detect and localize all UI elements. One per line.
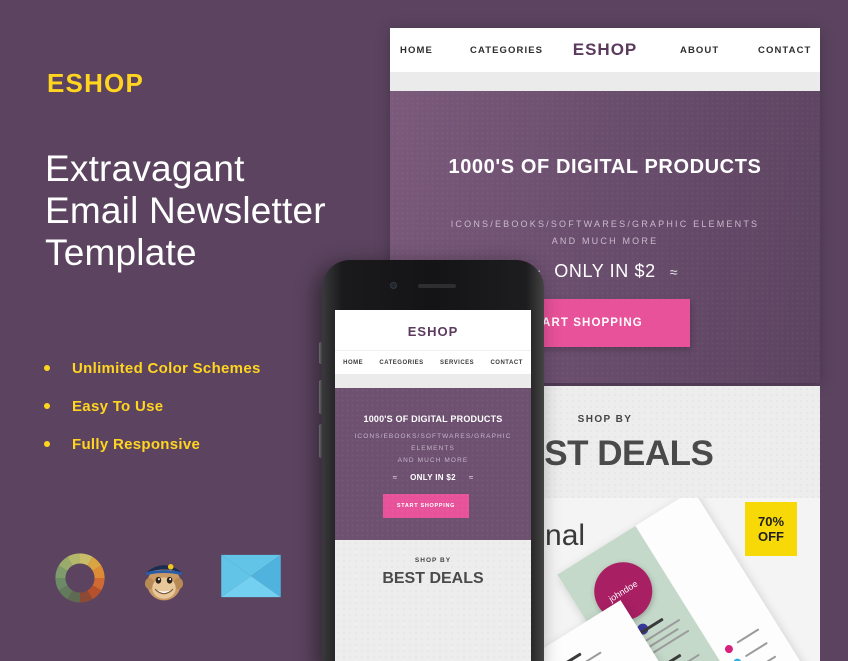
phone-hero-subtitle-line-2: ELEMENTS (411, 445, 455, 452)
phone-nav-link-home[interactable]: HOME (343, 360, 363, 366)
discount-percent: 70% (757, 514, 785, 529)
feature-label: Easy To Use (72, 398, 164, 415)
phone-nav-link-services[interactable]: SERVICES (440, 360, 474, 366)
headline-line-2: Email Newsletter (45, 190, 326, 231)
squiggle-right-icon: ≈ (669, 263, 678, 280)
phone-deals-eyebrow: SHOP BY (414, 557, 452, 564)
phone-navbar: HOME CATEGORIES SERVICES CONTACT (335, 350, 531, 374)
discount-off-label: OFF (758, 529, 784, 544)
phone-nav-link-categories[interactable]: CATEGORIES (379, 360, 423, 366)
phone-squiggle-left-icon: ≈ (392, 473, 398, 482)
feature-label: Unlimited Color Schemes (72, 360, 261, 377)
nav-link-about[interactable]: ABOUT (680, 45, 719, 56)
phone-start-shopping-button[interactable]: START SHOPPING (383, 494, 469, 518)
phone-deals-title: BEST DEALS (382, 570, 484, 587)
phone-mockup: ESHOP HOME CATEGORIES SERVICES CONTACT 1… (319, 260, 544, 661)
discount-badge: 70% OFF (745, 502, 797, 556)
brand-logo: ESHOP (47, 68, 145, 98)
bullet-icon (44, 403, 50, 409)
desktop-subbar (390, 72, 820, 91)
phone-hero-subtitle-line-1: ICONS/EBOOKS/SOFTWARES/GRAPHIC (354, 433, 512, 440)
hero-subtitle-line-2: AND MUCH MORE (551, 236, 659, 246)
phone-hero-title: 1000'S OF DIGITAL PRODUCTS (363, 414, 503, 424)
bullet-icon (44, 365, 50, 371)
mailchimp-icon (136, 550, 192, 606)
phone-best-deals-section: SHOP BY BEST DEALS (335, 540, 531, 661)
headline-line-1: Extravagant (45, 148, 245, 189)
phone-speaker-icon (418, 284, 456, 288)
phone-subbar (335, 374, 531, 388)
phone-hero-price: ONLY IN $2 (410, 473, 456, 482)
phone-volume-down-button[interactable] (319, 424, 323, 458)
mail-envelope-icon (220, 550, 281, 606)
hero-title: 1000'S OF DIGITAL PRODUCTS (448, 156, 762, 178)
bullet-icon (44, 441, 50, 447)
desktop-logo[interactable]: ESHOP (390, 40, 820, 60)
phone-price-row: ≈ ONLY IN $2 ≈ (335, 473, 531, 482)
phone-screen: ESHOP HOME CATEGORIES SERVICES CONTACT 1… (335, 310, 531, 661)
partner-icon-row (52, 550, 281, 606)
color-wheel-icon (52, 550, 108, 606)
phone-volume-up-button[interactable] (319, 380, 323, 414)
phone-squiggle-right-icon: ≈ (468, 473, 474, 482)
nav-link-contact[interactable]: CONTACT (758, 45, 811, 56)
feature-label: Fully Responsive (72, 436, 201, 453)
phone-camera-icon (390, 282, 397, 289)
desktop-navbar: HOME CATEGORIES ESHOP ABOUT CONTACT (390, 28, 820, 72)
phone-logo[interactable]: ESHOP (335, 324, 531, 339)
hero-price: ONLY IN $2 (554, 261, 656, 281)
phone-silent-switch[interactable] (319, 342, 323, 364)
hero-subtitle-line-1: ICONS/EBOOKS/SOFTWARES/GRAPHIC ELEMENTS (450, 219, 760, 229)
page-title: Extravagant Email Newsletter Template (45, 148, 375, 274)
phone-body: ESHOP HOME CATEGORIES SERVICES CONTACT 1… (319, 260, 544, 661)
phone-nav-link-contact[interactable]: CONTACT (490, 360, 522, 366)
phone-hero-section: 1000'S OF DIGITAL PRODUCTS ICONS/EBOOKS/… (335, 388, 531, 540)
phone-hero-subtitle-line-3: AND MUCH MORE (397, 457, 469, 464)
